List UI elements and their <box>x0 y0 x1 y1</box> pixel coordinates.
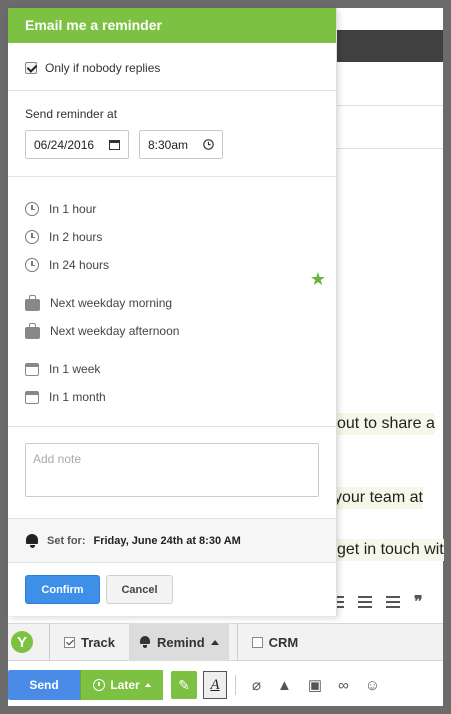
time-input[interactable]: 8:30am <box>139 130 223 159</box>
send-reminder-label: Send reminder at <box>25 107 118 121</box>
track-toggle[interactable]: Track <box>49 623 129 661</box>
time-value: 8:30am <box>148 137 189 152</box>
later-label: Later <box>110 678 140 692</box>
divider <box>330 148 443 149</box>
divider <box>235 675 236 695</box>
only-if-no-reply-label: Only if nobody replies <box>45 61 161 75</box>
option-next-weekday-afternoon[interactable]: Next weekday afternoon <box>25 317 319 345</box>
crm-checkbox[interactable] <box>251 636 263 648</box>
send-reminder-section: Send reminder at 06/24/2016 8:30am <box>8 91 336 177</box>
option-label: In 2 hours <box>49 230 103 244</box>
yesware-logo-icon[interactable]: Y <box>11 631 33 653</box>
crm-label: CRM <box>268 634 299 650</box>
indent-less-icon[interactable] <box>358 596 372 608</box>
paperclip-icon[interactable]: ✎ <box>171 671 197 699</box>
date-input[interactable]: 06/24/2016 <box>25 130 129 159</box>
track-checkbox[interactable] <box>64 636 75 648</box>
star-icon[interactable]: ★ <box>310 269 326 290</box>
calendar-icon <box>25 390 39 404</box>
remind-label: Remind <box>156 634 205 650</box>
bell-icon <box>139 636 151 648</box>
option-label: In 24 hours <box>49 258 110 272</box>
reminder-popup: Email me a reminder Only if nobody repli… <box>8 8 337 616</box>
set-for-value: Friday, June 24th at 8:30 AM <box>93 534 241 547</box>
caret-up-icon <box>144 683 151 687</box>
option-in-2-hours[interactable]: In 2 hours <box>25 223 319 251</box>
body-text: get in touch wit <box>337 539 444 561</box>
formatting-options-icon[interactable]: A <box>203 671 227 699</box>
option-in-1-month[interactable]: In 1 month <box>25 383 319 411</box>
option-label: In 1 month <box>49 390 106 404</box>
body-text: out to share a <box>337 413 435 435</box>
divider <box>330 105 443 106</box>
popup-title: Email me a reminder <box>8 8 336 43</box>
option-in-1-hour[interactable]: In 1 hour <box>25 195 319 223</box>
drive-icon[interactable]: ▲ <box>277 677 292 694</box>
set-for-label: Set for: <box>47 534 86 547</box>
set-for-summary: Set for: Friday, June 24th at 8:30 AM <box>8 519 336 563</box>
clock-icon <box>93 679 106 691</box>
emoji-icon[interactable]: ☺ <box>365 677 380 694</box>
remind-button[interactable]: Remind <box>128 623 229 661</box>
insert-photo-icon[interactable]: ▣ <box>308 676 322 694</box>
date-value: 06/24/2016 <box>34 137 95 152</box>
send-button[interactable]: Send <box>8 670 80 700</box>
quick-options: In 1 hour In 2 hours In 24 hours Next we… <box>8 177 336 427</box>
calendar-icon <box>109 140 120 150</box>
popup-pointer <box>170 606 186 614</box>
option-in-1-week[interactable]: In 1 week <box>25 355 319 383</box>
option-label: In 1 week <box>49 362 101 376</box>
clock-icon <box>25 258 39 272</box>
format-toolbar: ❞ <box>330 588 423 616</box>
option-label: In 1 hour <box>49 202 97 216</box>
body-text: your team at <box>334 487 423 509</box>
briefcase-icon <box>25 294 40 311</box>
only-if-no-reply-row[interactable]: Only if nobody replies <box>8 43 336 91</box>
option-label: Next weekday morning <box>50 296 173 310</box>
link-icon[interactable]: ∞ <box>338 677 349 694</box>
confirm-button[interactable]: Confirm <box>25 575 100 604</box>
later-button[interactable]: Later <box>80 670 163 700</box>
only-if-no-reply-checkbox[interactable] <box>25 62 37 74</box>
compose-actions: Send Later ✎ A ⌀ ▲ ▣ ∞ ☺ <box>8 669 443 701</box>
bell-icon <box>25 533 39 548</box>
option-in-24-hours[interactable]: In 24 hours <box>25 251 319 279</box>
clock-icon <box>203 139 214 150</box>
briefcase-icon <box>25 322 40 339</box>
track-label: Track <box>81 634 115 650</box>
note-section: Add note <box>8 427 336 519</box>
extension-toolbar: Y Track Remind CRM <box>8 623 443 661</box>
compose-header-bar <box>330 30 443 62</box>
clock-icon <box>25 230 39 244</box>
indent-more-icon[interactable] <box>386 596 400 608</box>
quote-icon[interactable]: ❞ <box>414 592 423 612</box>
caret-up-icon <box>210 639 219 645</box>
cancel-button[interactable]: Cancel <box>106 575 173 604</box>
crm-toggle[interactable]: CRM <box>236 623 313 661</box>
calendar-icon <box>25 362 39 376</box>
clock-icon <box>25 202 39 216</box>
attach-icon[interactable]: ⌀ <box>252 676 261 694</box>
add-note-input[interactable]: Add note <box>25 443 319 497</box>
option-label: Next weekday afternoon <box>50 324 180 338</box>
option-next-weekday-morning[interactable]: Next weekday morning <box>25 289 319 317</box>
